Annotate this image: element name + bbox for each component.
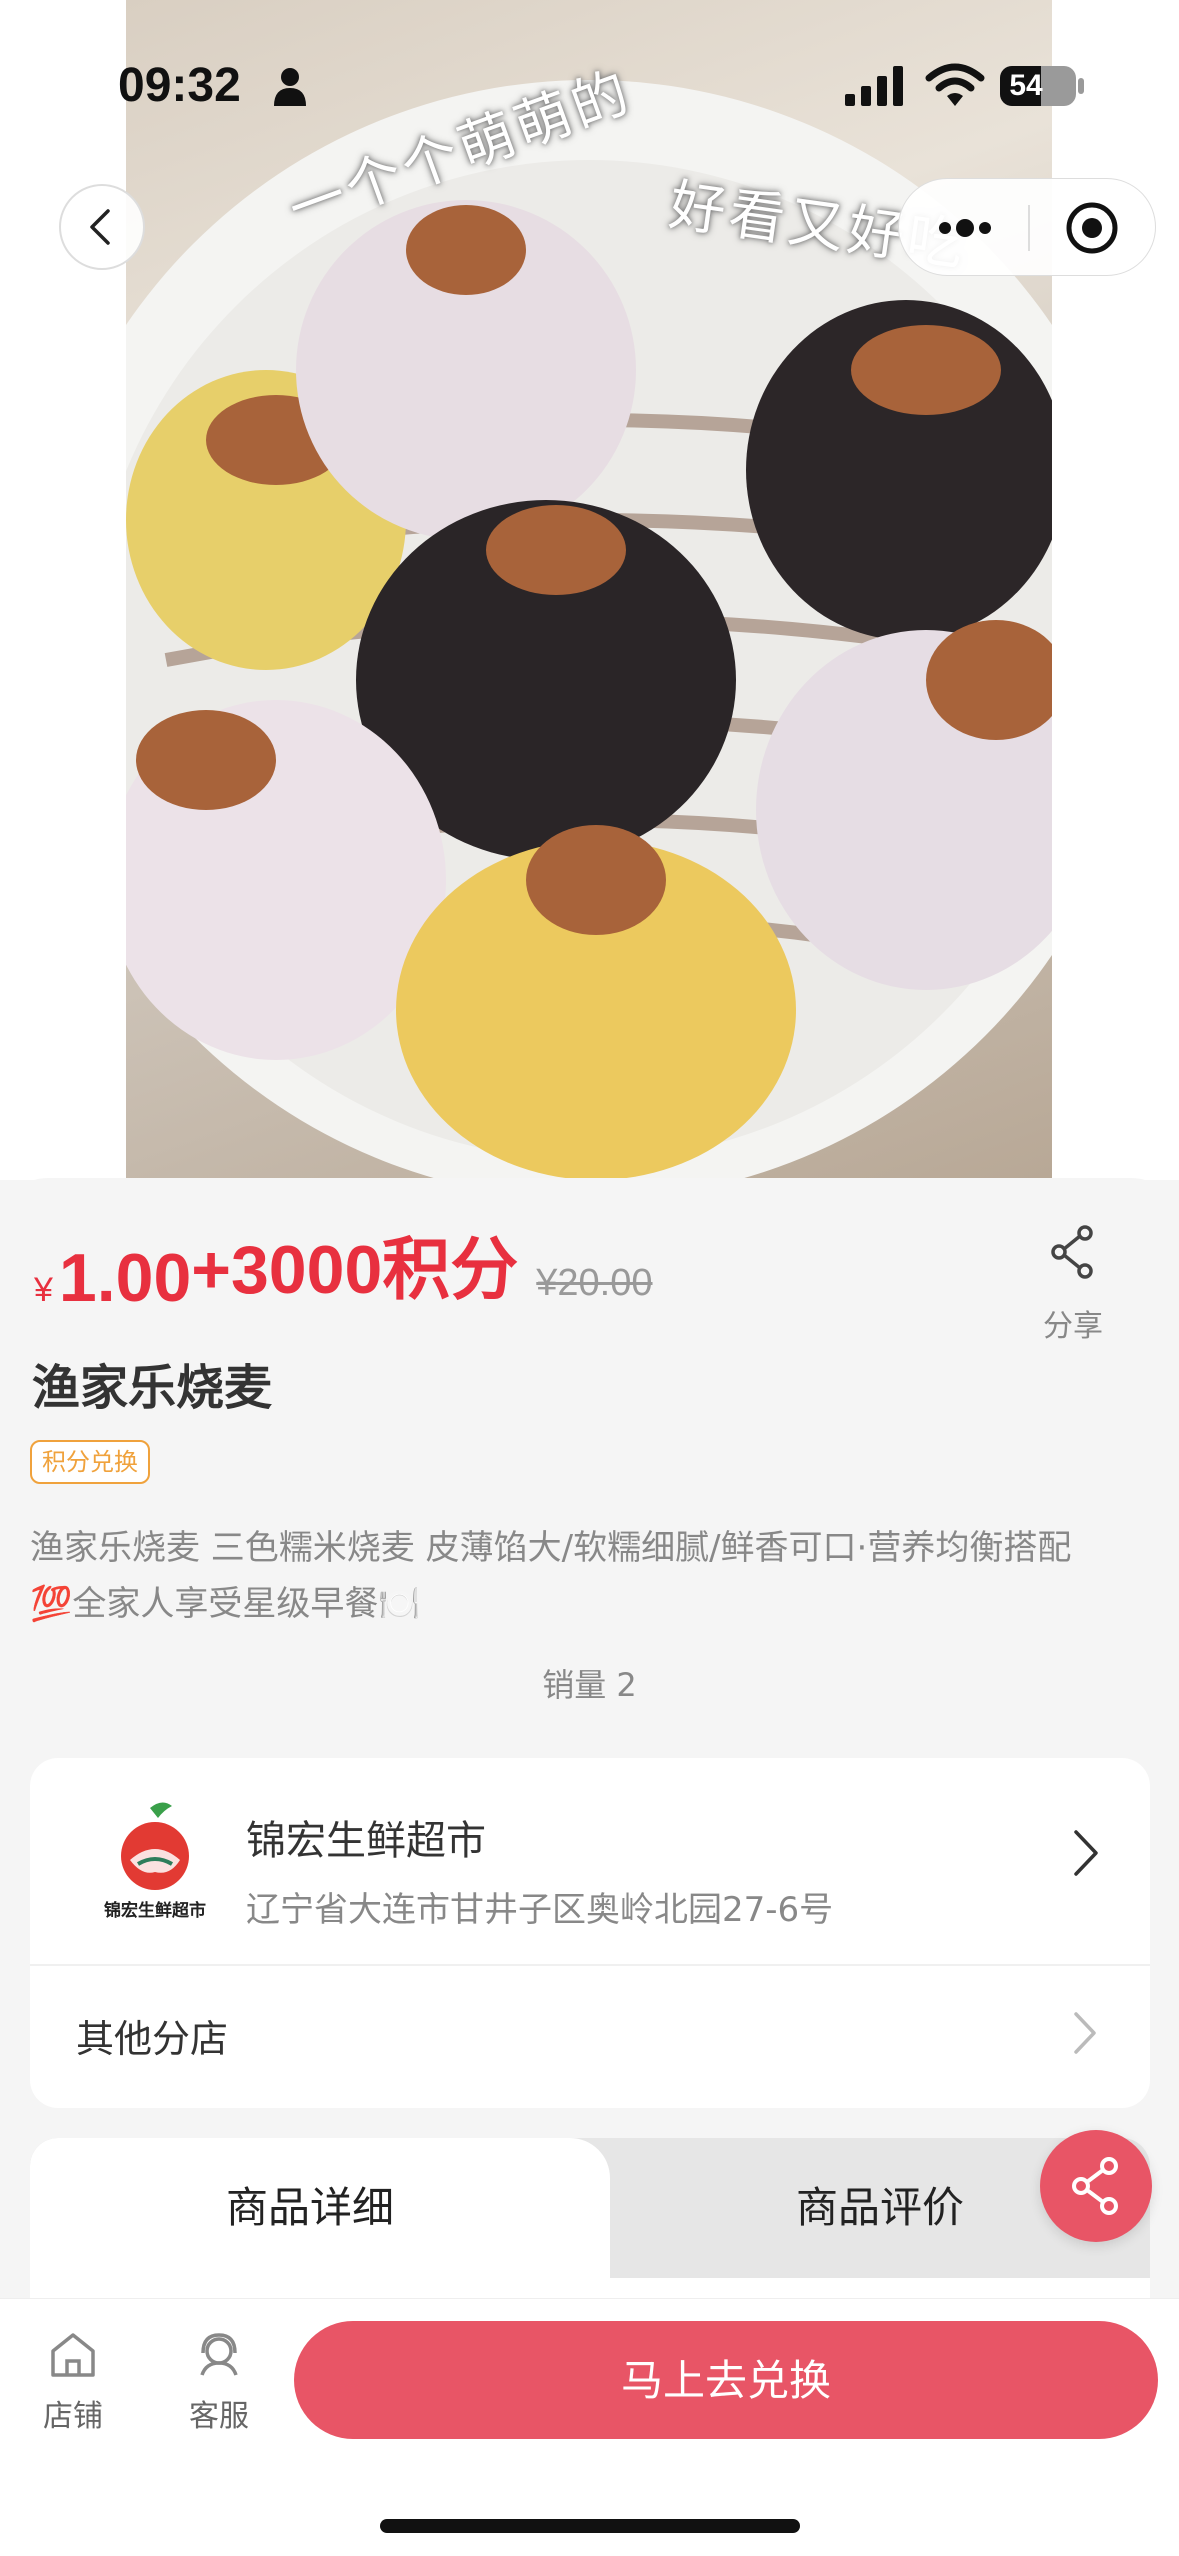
store-card: 锦宏生鲜超市 锦宏生鲜超市 辽宁省大连市甘井子区奥岭北园27-6号 其他分店 — [30, 1758, 1150, 2108]
share-label: 分享 — [1043, 1309, 1103, 1344]
dumpling-photo: 一个个萌萌的 好看又好吃 — [126, 0, 1052, 1180]
floating-share-button[interactable] — [1040, 2130, 1152, 2242]
status-time: 09:32 — [118, 59, 241, 112]
store-name: 锦宏生鲜超市 — [246, 1818, 486, 1864]
price-value: 1.00 — [58, 1240, 192, 1316]
price-points: +3000积分 — [191, 1232, 519, 1308]
store-divider — [30, 1964, 1150, 1966]
store-tab-button[interactable]: 店铺 — [18, 2329, 128, 2435]
tab-product-details[interactable]: 商品详细 — [30, 2138, 610, 2278]
store-logo: 锦宏生鲜超市 — [104, 1802, 206, 1921]
bottom-action-bar: 店铺 客服 马上去兑换 — [0, 2298, 1179, 2556]
chevron-right-icon — [1074, 1830, 1098, 1876]
battery-nub — [1078, 78, 1084, 94]
description-line-2: 💯全家人享受星级早餐🍽️ — [30, 1584, 421, 1624]
miniapp-capsule — [898, 178, 1156, 276]
chevron-left-icon — [90, 209, 110, 245]
customer-service-label: 客服 — [189, 2399, 249, 2434]
product-title: 渔家乐烧麦 — [32, 1360, 273, 1416]
customer-service-button[interactable]: 客服 — [164, 2329, 274, 2435]
dumpling-illustration — [126, 80, 1052, 1180]
wifi-icon — [925, 63, 985, 106]
battery-level: 54 — [1009, 69, 1043, 102]
person-icon — [274, 68, 306, 106]
home-icon — [51, 2333, 95, 2377]
back-button[interactable] — [59, 184, 145, 270]
product-description: 渔家乐烧麦 三色糯米烧麦 皮薄馅大/软糯细腻/鲜香可口·营养均衡搭配 💯全家人享… — [30, 1520, 1170, 1632]
capsule-divider — [1028, 205, 1030, 251]
share-icon — [1051, 1225, 1093, 1279]
redeem-now-button[interactable]: 马上去兑换 — [294, 2321, 1158, 2439]
home-indicator — [380, 2519, 800, 2533]
product-hero-image[interactable]: 一个个萌萌的 好看又好吃 — [0, 0, 1179, 1180]
store-logo-text: 锦宏生鲜超市 — [104, 1900, 206, 1921]
detail-tabs: 商品详细 商品评价 — [30, 2138, 1150, 2278]
tab-product-details-label: 商品详细 — [225, 2183, 394, 2232]
target-circle-icon — [1066, 202, 1118, 254]
store-tab-label: 店铺 — [43, 2399, 103, 2434]
signal-icon — [845, 66, 903, 106]
original-price: ¥20.00 — [536, 1262, 653, 1304]
more-dots-icon — [939, 219, 991, 237]
other-branches-label: 其他分店 — [76, 2017, 229, 2061]
tab-content-top — [30, 2278, 1150, 2298]
points-exchange-tag: 积分兑换 — [30, 1440, 150, 1484]
more-button[interactable] — [927, 205, 1003, 251]
description-line-1: 渔家乐烧麦 三色糯米烧麦 皮薄馅大/软糯细腻/鲜香可口·营养均衡搭配 — [30, 1528, 1072, 1568]
close-miniapp-button[interactable] — [1054, 199, 1130, 257]
customer-service-icon — [200, 2333, 238, 2376]
store-address: 辽宁省大连市甘井子区奥岭北园27-6号 — [246, 1890, 834, 1930]
share-button[interactable]: 分享 — [1030, 1225, 1116, 1345]
status-bar: 09:32 54 — [0, 0, 1179, 170]
share-icon — [1072, 2157, 1118, 2215]
price-currency: ¥ — [34, 1271, 53, 1309]
sales-count: 销量 2 — [542, 1666, 637, 1704]
chevron-right-icon — [1074, 2012, 1096, 2054]
battery-icon: 54 — [1000, 66, 1076, 106]
price-row: ¥1.00+3000积分 ¥20.00 — [34, 1222, 653, 1316]
